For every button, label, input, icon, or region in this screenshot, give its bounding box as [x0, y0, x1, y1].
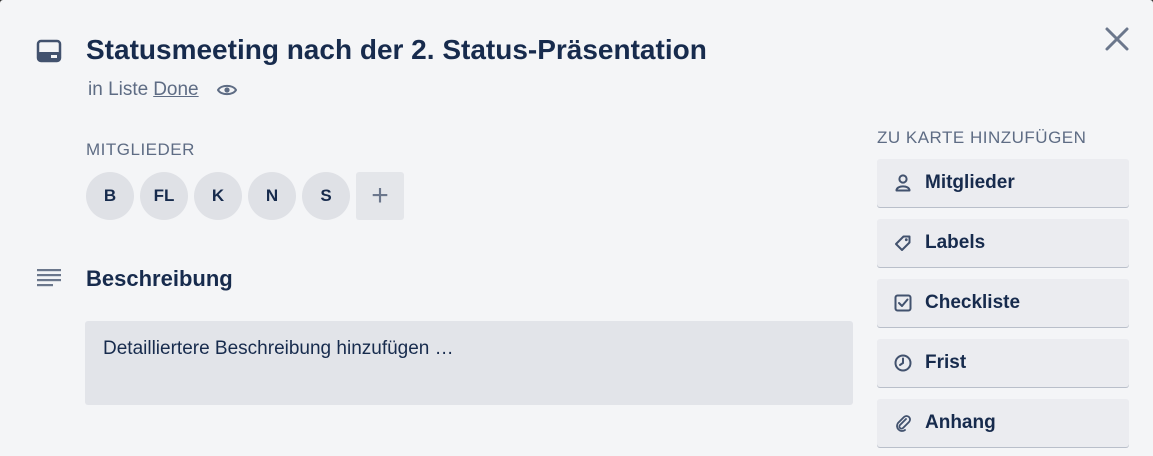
paperclip-icon	[893, 413, 913, 433]
card-title[interactable]: Statusmeeting nach der 2. Status-Präsent…	[86, 32, 707, 68]
sidebar-button-label: Mitglieder	[925, 172, 1015, 193]
avatar[interactable]: N	[248, 172, 296, 220]
avatar[interactable]: K	[194, 172, 242, 220]
avatar[interactable]: FL	[140, 172, 188, 220]
sidebar-attachment-button[interactable]: Anhang	[877, 399, 1129, 447]
add-member-button[interactable]: +	[356, 172, 404, 220]
sidebar-button-label: Labels	[925, 232, 986, 253]
description-icon	[37, 268, 61, 290]
card-icon	[36, 39, 62, 63]
person-icon	[893, 173, 913, 193]
sidebar-members-button[interactable]: Mitglieder	[877, 159, 1129, 207]
add-to-card-heading: ZU KARTE HINZUFÜGEN	[877, 128, 1087, 147]
checkbox-icon	[893, 293, 913, 313]
sidebar-labels-button[interactable]: Labels	[877, 219, 1129, 267]
sidebar-due-date-button[interactable]: Frist	[877, 339, 1129, 387]
list-info: in Liste Done	[88, 78, 239, 102]
list-link[interactable]: Done	[153, 78, 198, 102]
sidebar-checklist-button[interactable]: Checkliste	[877, 279, 1129, 327]
sidebar-button-label: Anhang	[925, 412, 996, 433]
members-heading: MITGLIEDER	[86, 140, 195, 159]
clock-icon	[893, 353, 913, 373]
eye-icon	[216, 82, 239, 98]
sidebar-button-label: Frist	[925, 352, 967, 373]
plus-icon: +	[371, 179, 389, 212]
description-input[interactable]: Detailliertere Beschreibung hinzufügen …	[85, 321, 853, 405]
avatar[interactable]: S	[302, 172, 350, 220]
tag-icon	[893, 233, 913, 253]
sidebar-button-label: Checkliste	[925, 292, 1021, 313]
close-icon	[1105, 27, 1129, 51]
description-heading: Beschreibung	[86, 266, 233, 291]
list-prefix: in Liste	[88, 79, 149, 100]
members-list: B FL K N S +	[86, 172, 404, 220]
avatar[interactable]: B	[86, 172, 134, 220]
close-button[interactable]	[1100, 22, 1134, 56]
card-detail-dialog: Statusmeeting nach der 2. Status-Präsent…	[0, 0, 1153, 456]
